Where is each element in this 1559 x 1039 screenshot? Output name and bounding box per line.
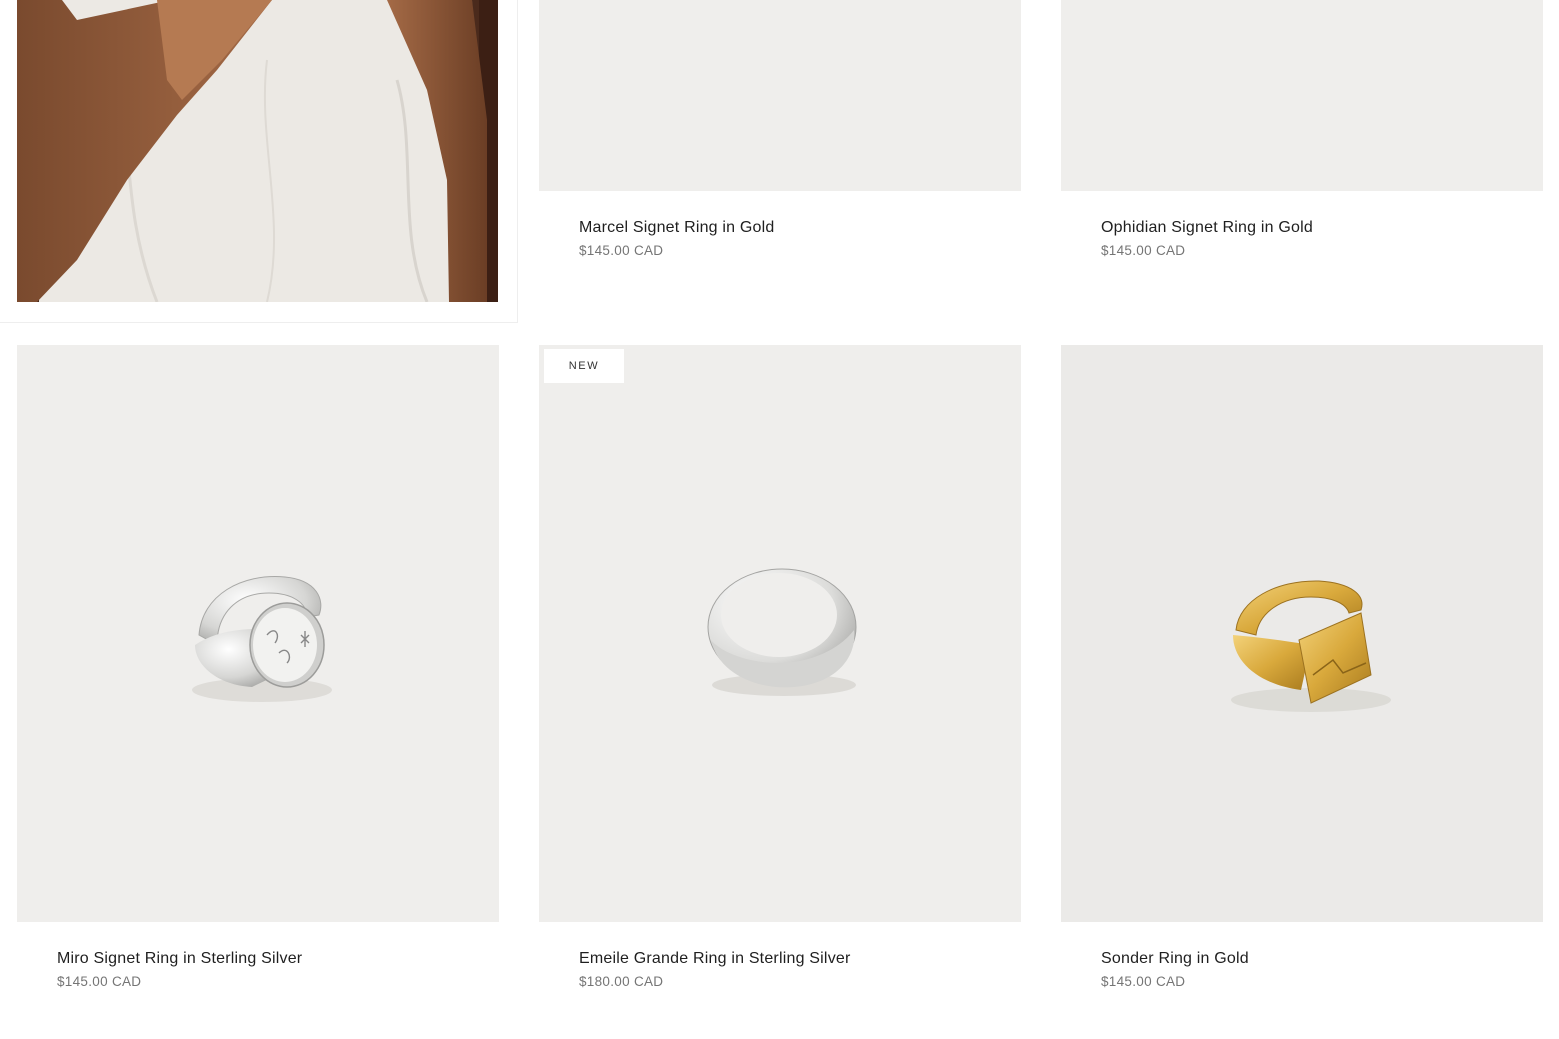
silver-dome-ring-icon [707, 568, 857, 696]
new-badge: NEW [544, 349, 624, 383]
product-price: $145.00 CAD [579, 243, 664, 258]
product-title[interactable]: Miro Signet Ring in Sterling Silver [57, 950, 302, 968]
product-title[interactable]: Marcel Signet Ring in Gold [579, 219, 775, 237]
product-title[interactable]: Sonder Ring in Gold [1101, 950, 1249, 968]
product-image-emeile[interactable] [539, 345, 1021, 922]
product-title[interactable]: Ophidian Signet Ring in Gold [1101, 219, 1313, 237]
silver-signet-ring-icon [192, 576, 332, 702]
product-price: $180.00 CAD [579, 974, 664, 989]
product-image-marcel[interactable] [539, 0, 1021, 191]
product-image-ophidian[interactable] [1061, 0, 1543, 191]
product-price: $145.00 CAD [1101, 974, 1186, 989]
product-price: $145.00 CAD [57, 974, 142, 989]
product-price: $145.00 CAD [1101, 243, 1186, 258]
product-image-sonder[interactable] [1061, 345, 1543, 922]
product-title[interactable]: Emeile Grande Ring in Sterling Silver [579, 950, 851, 968]
product-image-miro[interactable] [17, 345, 499, 922]
lifestyle-photo[interactable] [17, 0, 498, 302]
gold-signet-ring-icon [1231, 580, 1391, 712]
